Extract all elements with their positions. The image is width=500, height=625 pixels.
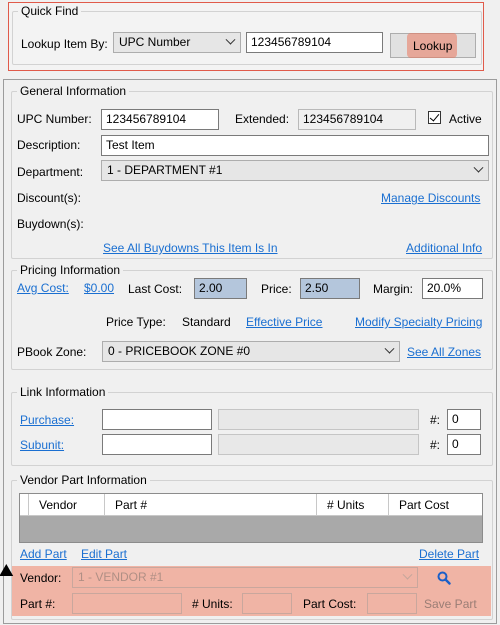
subunit-desc-input[interactable] [218, 434, 419, 455]
lookup-button[interactable]: Lookup [413, 39, 452, 53]
price-input[interactable]: 2.50 [300, 278, 360, 299]
upc-label: UPC Number: [17, 112, 92, 126]
vendor-value: 1 - VENDOR #1 [78, 570, 164, 584]
search-icon[interactable] [437, 571, 451, 585]
general-info-title: General Information [17, 84, 130, 98]
price-type-value: Standard [182, 315, 231, 329]
subunit-qty-label: #: [430, 438, 441, 452]
grid-column-units[interactable]: # Units [317, 494, 389, 516]
pbook-zone-select[interactable]: 0 - PRICEBOOK ZONE #0 [102, 341, 400, 362]
checkmark-icon [429, 111, 440, 122]
modify-specialty-pricing-link[interactable]: Modify Specialty Pricing [355, 315, 482, 329]
avg-cost-link[interactable]: Avg Cost: [17, 281, 69, 295]
extended-label: Extended: [235, 112, 290, 126]
manage-discounts-link[interactable]: Manage Discounts [381, 191, 480, 205]
part-number-label: Part #: [20, 597, 56, 611]
department-select[interactable]: 1 - DEPARTMENT #1 [101, 160, 489, 181]
vendor-parts-grid[interactable]: Vendor Part # # Units Part Cost [19, 493, 483, 543]
part-cost-input[interactable] [367, 593, 417, 614]
department-label: Department: [17, 165, 84, 179]
description-label: Description: [17, 138, 81, 152]
price-label: Price: [261, 282, 292, 296]
effective-price-link[interactable]: Effective Price [246, 315, 322, 329]
see-buydowns-link[interactable]: See All Buydowns This Item Is In [103, 241, 278, 255]
department-value: 1 - DEPARTMENT #1 [107, 163, 223, 177]
grid-header: Vendor Part # # Units Part Cost [20, 494, 482, 516]
vendor-select[interactable]: 1 - VENDOR #1 [72, 567, 418, 588]
save-part-button[interactable]: Save Part [424, 597, 477, 611]
purchase-qty-label: #: [430, 413, 441, 427]
quick-find-title: Quick Find [18, 4, 82, 18]
chevron-down-icon [473, 162, 484, 173]
vendor-part-title: Vendor Part Information [17, 473, 150, 487]
part-number-input[interactable] [72, 593, 182, 614]
delete-part-link[interactable]: Delete Part [419, 547, 479, 561]
grid-row-header [20, 494, 29, 516]
pricing-info-title: Pricing Information [17, 263, 124, 277]
purchase-desc-input[interactable] [218, 409, 419, 430]
active-checkbox[interactable] [428, 111, 441, 124]
description-input[interactable]: Test Item [101, 135, 489, 156]
chevron-down-icon [384, 343, 395, 354]
units-input[interactable] [242, 593, 292, 614]
margin-input[interactable]: 20.0% [422, 278, 483, 299]
upc-input[interactable]: 123456789104 [101, 109, 219, 130]
edit-part-link[interactable]: Edit Part [81, 547, 127, 561]
price-type-label: Price Type: [106, 315, 166, 329]
additional-info-link[interactable]: Additional Info [406, 241, 482, 255]
buydowns-label: Buydown(s): [17, 217, 84, 231]
lookup-by-select[interactable]: UPC Number [113, 32, 241, 53]
pbook-zone-label: PBook Zone: [17, 345, 87, 359]
subunit-qty-input[interactable]: 0 [447, 434, 481, 455]
last-cost-input[interactable]: 2.00 [194, 278, 247, 299]
subunit-code-input[interactable] [102, 434, 212, 455]
part-cost-label: Part Cost: [303, 597, 357, 611]
margin-label: Margin: [373, 282, 414, 296]
pbook-zone-value: 0 - PRICEBOOK ZONE #0 [108, 344, 251, 358]
purchase-qty-input[interactable]: 0 [447, 409, 481, 430]
vendor-label: Vendor: [20, 571, 62, 585]
grid-column-part-cost[interactable]: Part Cost [389, 494, 482, 516]
lookup-input[interactable]: 123456789104 [246, 32, 383, 53]
units-label: # Units: [192, 597, 233, 611]
add-part-link[interactable]: Add Part [20, 547, 67, 561]
extended-input[interactable]: 123456789104 [298, 109, 416, 130]
lookup-by-label: Lookup Item By: [21, 37, 108, 51]
link-info-title: Link Information [17, 385, 109, 399]
discounts-label: Discount(s): [17, 191, 82, 205]
avg-cost-value[interactable]: $0.00 [84, 281, 114, 295]
see-all-zones-link[interactable]: See All Zones [407, 345, 481, 359]
lookup-by-value: UPC Number [119, 35, 191, 49]
purchase-code-input[interactable] [102, 409, 212, 430]
chevron-down-icon [402, 569, 413, 580]
last-cost-label: Last Cost: [128, 282, 183, 296]
purchase-link[interactable]: Purchase: [20, 413, 74, 427]
grid-column-vendor[interactable]: Vendor [29, 494, 105, 516]
subunit-link[interactable]: Subunit: [20, 438, 64, 452]
active-label: Active [449, 112, 482, 126]
chevron-down-icon [225, 34, 236, 45]
grid-column-part[interactable]: Part # [105, 494, 317, 516]
